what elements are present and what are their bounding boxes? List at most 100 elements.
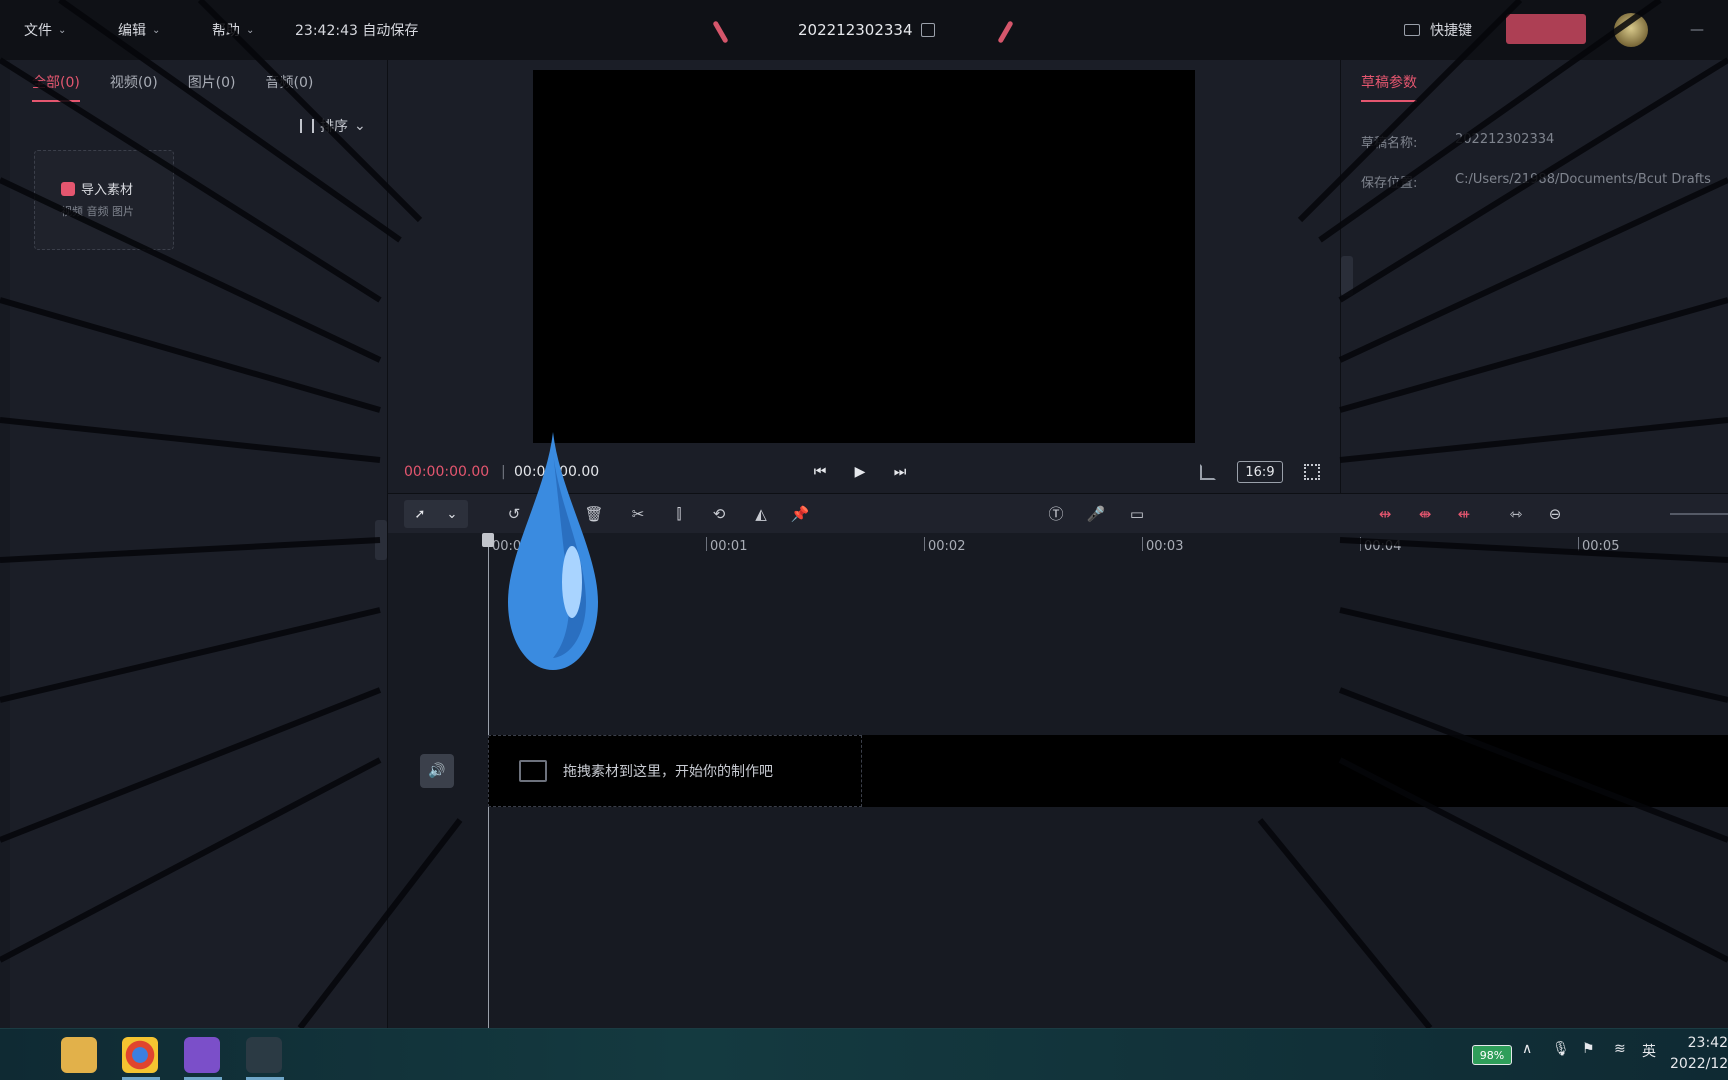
battery-indicator[interactable]: 98% (1472, 1045, 1512, 1065)
import-label: 导入素材 (81, 183, 134, 198)
avatar[interactable] (1614, 13, 1648, 47)
media-tabs: 全部(0) 视频(0) 图片(0) 音频(0) (32, 72, 313, 102)
next-frame-icon[interactable]: ⏭ (890, 462, 910, 482)
select-tool[interactable]: ➚ ⌄ (404, 500, 468, 528)
fullscreen-icon[interactable] (1304, 464, 1320, 480)
magnet-main-icon[interactable]: ⇹ (1375, 504, 1395, 524)
visual-studio-icon[interactable] (184, 1037, 220, 1073)
editor-app-icon[interactable] (246, 1037, 282, 1073)
total-timecode: 00:00:00.00 (514, 464, 600, 480)
tab-image[interactable]: 图片(0) (188, 72, 236, 102)
draft-name-row: 草稿名称: 202212302334 (1361, 132, 1554, 151)
menu-edit[interactable]: 编辑 ⌄ (118, 0, 160, 60)
zoom-out-icon[interactable]: ⊖ (1545, 504, 1565, 524)
collapse-left-handle[interactable] (375, 520, 387, 560)
project-title-text: 202212302334 (798, 21, 913, 39)
tick-label: 00:02 (928, 539, 966, 554)
tray-expand-icon[interactable]: ∧ (1522, 1041, 1532, 1057)
file-explorer-icon[interactable] (61, 1037, 97, 1073)
wifi-icon[interactable]: ≋ (1614, 1041, 1626, 1057)
reverse-icon[interactable]: ⟲ (709, 504, 729, 524)
minimize-button[interactable]: — (1690, 0, 1704, 60)
sort-button[interactable]: 排序 ⌄ (300, 116, 366, 136)
trim-icon[interactable]: ⫿ (669, 504, 689, 524)
rename-icon[interactable] (920, 23, 935, 37)
current-timecode: 00:00:00.00 (404, 464, 490, 480)
ime-indicator[interactable]: 英 (1642, 1041, 1656, 1061)
shortcut-label: 快捷键 (1430, 23, 1472, 39)
shortcut-button[interactable]: 快捷键 (1404, 0, 1472, 60)
undo-icon[interactable]: ↺ (504, 504, 524, 524)
sort-label: 排序 (320, 119, 348, 135)
chevron-down-icon: ⌄ (446, 506, 458, 522)
delete-icon[interactable]: 🗑 (584, 504, 604, 524)
menu-help[interactable]: 帮助 ⌄ (212, 0, 254, 60)
tab-draft-params[interactable]: 草稿参数 (1361, 72, 1417, 102)
pin-icon[interactable]: 📌 (790, 504, 810, 524)
os-taskbar: 98% ∧ 🎙 ⚑ ≋ 英 23:42 2022/12/30 (0, 1028, 1728, 1080)
draft-name-value: 202212302334 (1455, 132, 1555, 147)
audio-split-icon[interactable]: ⇺ (1454, 504, 1474, 524)
zoom-slider[interactable] (1670, 513, 1728, 515)
preview-canvas[interactable] (533, 70, 1195, 443)
tab-video[interactable]: 视频(0) (110, 72, 158, 102)
play-icon[interactable]: ▶ (850, 462, 870, 482)
link-icon[interactable]: ⇼ (1415, 504, 1435, 524)
chevron-down-icon: ⌄ (152, 24, 161, 36)
media-panel: 全部(0) 视频(0) 图片(0) 音频(0) 排序 ⌄ 导入素材 视频 音频 … (10, 60, 388, 1028)
tab-all[interactable]: 全部(0) (32, 72, 80, 102)
ruler-tick (1360, 537, 1361, 551)
redo-icon[interactable]: ↻ (544, 504, 564, 524)
microphone-icon[interactable]: 🎤 (1086, 504, 1106, 524)
edit-toolbar: ➚ ⌄ ↺ ↻ 🗑 ✂ ⫿ ⟲ ◭ 📌 Ⓣ 🎤 ▭ ⇹ ⇼ ⇺ ⇿ ⊖ (388, 493, 1728, 533)
time-ruler[interactable]: 00:00 00:01 00:02 00:03 00:04 00:05 (388, 533, 1728, 563)
export-button[interactable] (1506, 14, 1586, 44)
clock-time: 23:42 (1687, 1035, 1728, 1051)
tick-label: 00:05 (1582, 539, 1620, 554)
collapse-right-handle[interactable] (1341, 256, 1353, 296)
tick-label: 00:03 (1146, 539, 1184, 554)
ruler-tick (1578, 537, 1579, 551)
tab-audio[interactable]: 音频(0) (266, 72, 314, 102)
split-icon[interactable]: ✂ (628, 504, 648, 524)
draft-panel: 草稿参数 草稿名称: 202212302334 保存位置: C:/Users/2… (1340, 60, 1728, 493)
menu-file[interactable]: 文件 ⌄ (24, 0, 66, 60)
menu-edit-label: 编辑 (118, 23, 146, 39)
ruler-tick (1142, 537, 1143, 551)
timeline: 00:00 00:01 00:02 00:03 00:04 00:05 🔊 拖拽… (388, 533, 1728, 1028)
mirror-icon[interactable]: ◭ (751, 504, 771, 524)
crop-icon[interactable] (1200, 464, 1216, 480)
prev-frame-icon[interactable]: ⏮ (810, 462, 830, 482)
tick-label: 00:01 (710, 539, 748, 554)
microphone-icon[interactable]: 🎙 (1552, 1041, 1570, 1057)
chrome-icon[interactable] (122, 1037, 158, 1073)
location-icon[interactable]: ⚑ (1582, 1041, 1595, 1057)
main-track[interactable]: 拖拽素材到这里，开始你的制作吧 (488, 735, 1728, 807)
import-media-card[interactable]: 导入素材 视频 音频 图片 (34, 150, 174, 250)
system-clock[interactable]: 23:42 2022/12/30 (1670, 1033, 1728, 1075)
camera-icon[interactable]: ▭ (1127, 504, 1147, 524)
decor-slash (997, 20, 1014, 44)
draft-name-label: 草稿名称: (1361, 136, 1418, 151)
chevron-down-icon: ⌄ (58, 24, 67, 36)
fit-icon[interactable]: ⇿ (1506, 504, 1526, 524)
draft-path-label: 保存位置: (1361, 176, 1418, 191)
text-recognition-icon[interactable]: Ⓣ (1046, 504, 1066, 524)
ruler-tick (924, 537, 925, 551)
import-subtitle: 视频 音频 图片 (61, 205, 134, 218)
drop-hint: 拖拽素材到这里，开始你的制作吧 (488, 735, 862, 807)
draft-path-value: C:/Users/21988/Documents/Bcut Drafts (1455, 172, 1711, 187)
project-title[interactable]: 202212302334 (798, 0, 935, 60)
film-icon (519, 760, 547, 782)
chevron-down-icon: ⌄ (354, 118, 366, 134)
speaker-icon[interactable]: 🔊 (420, 754, 454, 788)
autosave-status: 23:42:43 自动保存 (295, 23, 419, 39)
app-window: 文件 ⌄ 编辑 ⌄ 帮助 ⌄ 23:42:43 自动保存 202212302334 快… (0, 0, 1728, 1080)
import-icon (61, 181, 75, 196)
aspect-ratio-button[interactable]: 16:9 (1237, 461, 1283, 483)
cursor-icon: ➚ (414, 506, 426, 522)
playhead-handle[interactable] (482, 533, 494, 547)
menu-file-label: 文件 (24, 23, 52, 39)
import-title: 导入素材 (61, 179, 133, 198)
sort-icon (300, 119, 314, 133)
